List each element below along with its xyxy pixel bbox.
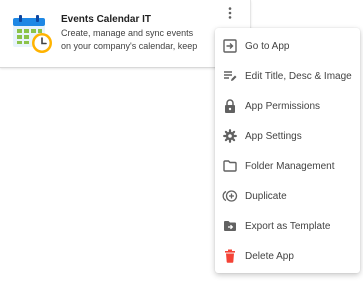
- menu-item-edit-title[interactable]: Edit Title, Desc & Image: [215, 61, 360, 91]
- menu-item-label: Export as Template: [245, 220, 331, 232]
- menu-item-go-to-app[interactable]: Go to App: [215, 31, 360, 61]
- calendar-clock-icon: [11, 13, 55, 57]
- app-title: Events Calendar IT: [61, 14, 152, 25]
- folder-move-icon: [222, 218, 238, 234]
- menu-item-label: App Permissions: [245, 100, 321, 112]
- lock-icon: [222, 98, 238, 114]
- menu-item-delete-app[interactable]: Delete App: [215, 241, 360, 271]
- open-in-app-icon: [222, 38, 238, 54]
- menu-item-app-permissions[interactable]: App Permissions: [215, 91, 360, 121]
- folder-icon: [222, 158, 238, 174]
- menu-item-label: Delete App: [245, 250, 294, 262]
- app-context-menu: Go to App Edit Title, Desc & Image App P…: [215, 28, 360, 273]
- menu-item-duplicate[interactable]: Duplicate: [215, 181, 360, 211]
- menu-item-app-settings[interactable]: App Settings: [215, 121, 360, 151]
- duplicate-icon: [222, 188, 238, 204]
- edit-notes-icon: [222, 68, 238, 84]
- menu-item-export-template[interactable]: Export as Template: [215, 211, 360, 241]
- app-description: Create, manage and sync events on your c…: [61, 28, 198, 51]
- more-vert-icon[interactable]: [220, 4, 240, 22]
- app-card[interactable]: Events Calendar IT Create, manage and sy…: [0, 0, 251, 68]
- menu-item-folder-management[interactable]: Folder Management: [215, 151, 360, 181]
- gear-icon: [222, 128, 238, 144]
- menu-item-label: Go to App: [245, 40, 290, 52]
- menu-item-label: Edit Title, Desc & Image: [245, 70, 352, 82]
- menu-item-label: Folder Management: [245, 160, 335, 172]
- menu-item-label: App Settings: [245, 130, 302, 142]
- trash-icon: [222, 248, 238, 264]
- menu-item-label: Duplicate: [245, 190, 287, 202]
